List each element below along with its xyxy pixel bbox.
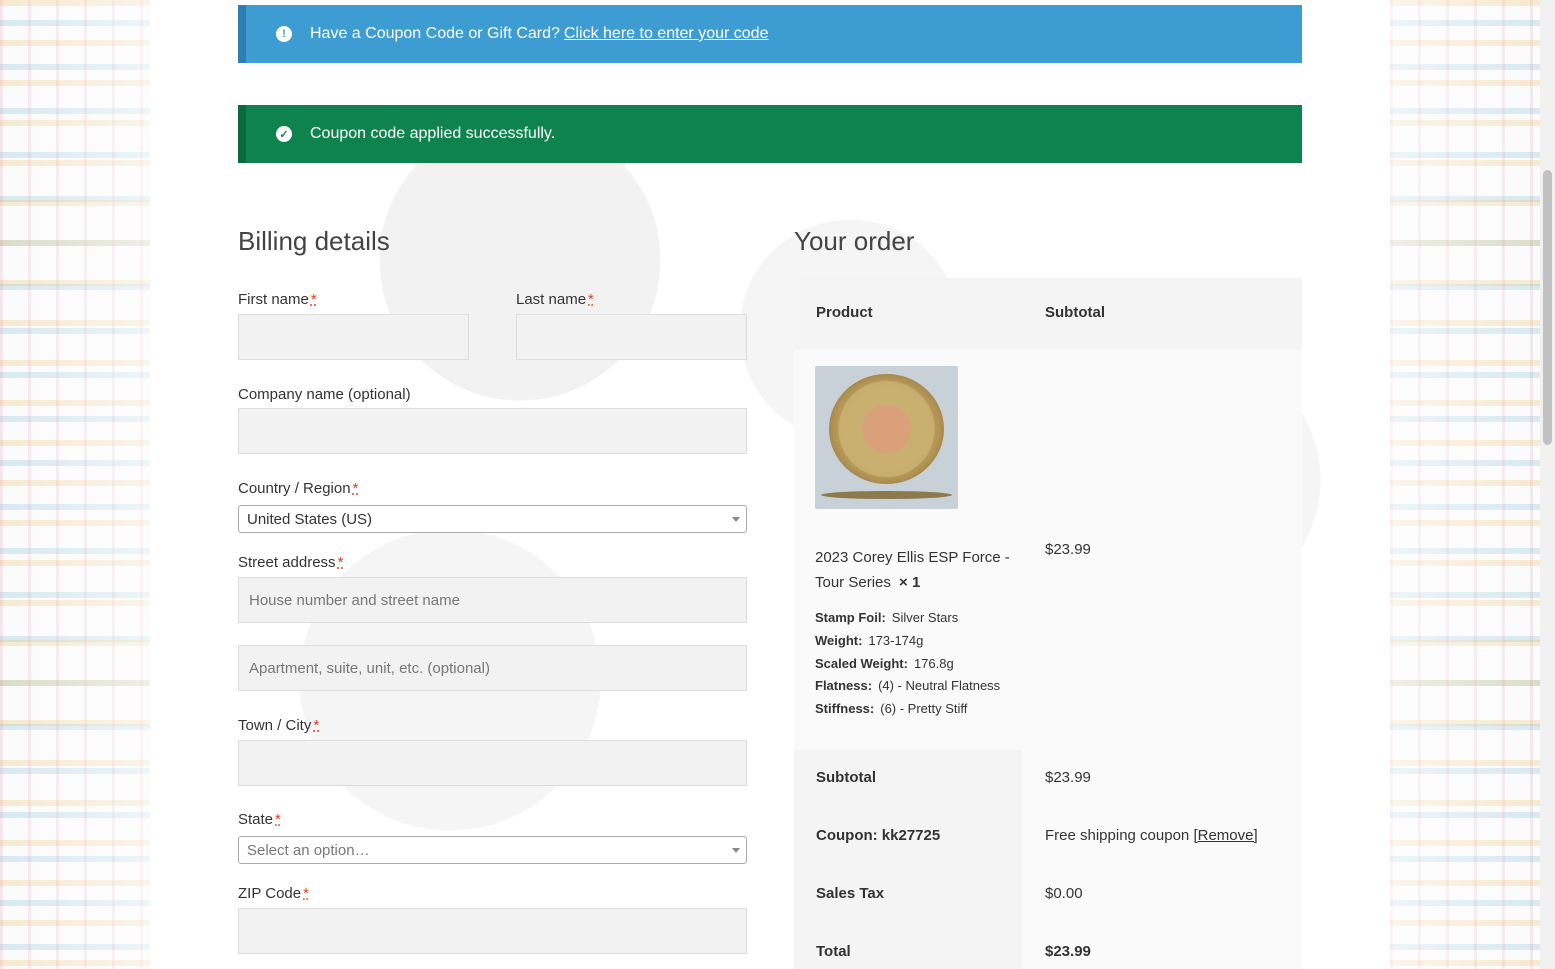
- chevron-down-icon: [732, 517, 740, 522]
- product-meta-row: Stamp Foil: Silver Stars: [815, 610, 959, 625]
- company-label: Company name (optional): [238, 386, 411, 403]
- subtotal-value: $23.99: [1045, 769, 1091, 786]
- last-name-label: Last name *: [516, 291, 594, 308]
- billing-heading: Billing details: [238, 226, 390, 256]
- apartment-placeholder: Apartment, suite, unit, etc. (optional): [249, 659, 490, 677]
- city-label: Town / City *: [238, 717, 320, 734]
- page-scrollbar[interactable]: [1540, 0, 1555, 969]
- coupon-success-notice: ✓ Coupon code applied successfully.: [238, 105, 1302, 163]
- enter-coupon-link[interactable]: Click here to enter your code: [564, 25, 769, 43]
- product-meta-row: Stiffness: (6) - Pretty Stiff: [815, 701, 968, 716]
- decorative-side-pattern-left: [0, 0, 150, 969]
- state-select-placeholder: Select an option…: [247, 841, 370, 859]
- product-qty: × 1: [899, 574, 921, 591]
- street-placeholder: House number and street name: [249, 591, 460, 609]
- product-meta-row: Scaled Weight: 176.8g: [815, 656, 954, 671]
- state-select[interactable]: Select an option…: [238, 836, 747, 864]
- first-name-label: First name *: [238, 291, 317, 308]
- last-name-field[interactable]: [516, 314, 747, 360]
- checkmark-icon: ✓: [276, 126, 292, 142]
- country-select-value: United States (US): [247, 510, 373, 528]
- city-field[interactable]: [238, 740, 747, 786]
- country-select[interactable]: United States (US): [238, 505, 747, 533]
- info-icon: !: [276, 26, 292, 42]
- total-value: $23.99: [1045, 943, 1091, 960]
- coupon-info-notice: ! Have a Coupon Code or Gift Card? Click…: [238, 5, 1302, 63]
- sales-tax-value: $0.00: [1045, 885, 1083, 902]
- product-price: $23.99: [1045, 541, 1091, 558]
- total-label: Total: [816, 943, 851, 960]
- disc-image: [829, 374, 944, 484]
- subtotal-column-header: Subtotal: [1045, 304, 1105, 321]
- scrollbar-thumb[interactable]: [1543, 170, 1552, 445]
- coupon-value: Free shipping coupon [Remove]: [1045, 827, 1258, 844]
- product-image: [815, 366, 958, 509]
- coupon-prompt-text: Have a Coupon Code or Gift Card?: [310, 25, 560, 42]
- first-name-field[interactable]: [238, 314, 469, 360]
- sales-tax-label: Sales Tax: [816, 885, 885, 902]
- success-message: Coupon code applied successfully.: [310, 125, 556, 142]
- country-label: Country / Region *: [238, 480, 359, 497]
- remove-coupon-link[interactable]: [Remove]: [1193, 827, 1257, 844]
- coupon-label: Coupon: kk27725: [816, 827, 941, 844]
- product-meta-row: Flatness: (4) - Neutral Flatness: [815, 678, 1001, 693]
- order-heading: Your order: [794, 226, 915, 256]
- zip-label: ZIP Code *: [238, 885, 309, 902]
- zip-field[interactable]: [238, 908, 747, 954]
- street-label: Street address *: [238, 554, 344, 571]
- decorative-side-pattern-right: [1390, 0, 1540, 969]
- chevron-down-icon: [732, 848, 740, 853]
- product-name: 2023 Corey Ellis ESP Force - Tour Series…: [815, 549, 1010, 591]
- product-meta-row: Weight: 173-174g: [815, 633, 924, 648]
- subtotal-label: Subtotal: [816, 769, 876, 786]
- disc-edge-image: [821, 491, 952, 499]
- product-column-header: Product: [816, 304, 873, 321]
- apartment-field[interactable]: Apartment, suite, unit, etc. (optional): [238, 645, 747, 691]
- street-address-field[interactable]: House number and street name: [238, 577, 747, 623]
- company-field[interactable]: [238, 408, 747, 454]
- state-label: State *: [238, 811, 281, 828]
